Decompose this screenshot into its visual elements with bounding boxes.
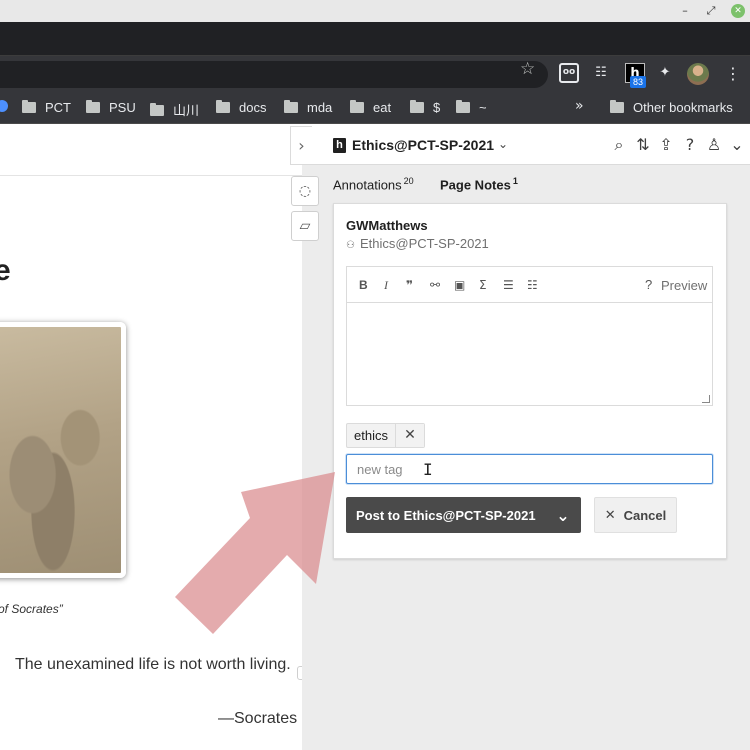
post-button[interactable]: Post to Ethics@PCT-SP-2021 ⌄	[346, 497, 581, 533]
bookmark-star-icon[interactable]: ☆	[520, 59, 535, 79]
puzzle-extensions-icon[interactable]: ✦	[655, 63, 675, 83]
annotation-user[interactable]: GWMatthews	[346, 218, 428, 233]
restore-icon[interactable]: ⤢	[704, 4, 718, 18]
image-caption: of Socrates”	[0, 602, 63, 616]
folder-icon	[350, 100, 364, 113]
help-icon[interactable]: ?	[680, 135, 700, 155]
quote-author: —Socrates	[218, 710, 298, 727]
share-icon[interactable]: ⇪	[656, 135, 676, 155]
italic-icon[interactable]: I	[384, 278, 388, 293]
math-icon[interactable]: Σ	[479, 278, 487, 292]
folder-icon	[410, 100, 424, 113]
resize-handle[interactable]	[702, 395, 710, 403]
formatting-help-icon[interactable]: ?	[645, 277, 652, 292]
image-icon[interactable]: ▣	[454, 278, 465, 292]
search-icon[interactable]: ⌕	[609, 135, 629, 155]
chevron-down-icon[interactable]: ⌄	[545, 506, 581, 525]
quote-text: The unexamined life is not worth living.	[15, 656, 291, 673]
numbered-list-icon[interactable]: ☰	[503, 278, 514, 292]
cancel-button-label: Cancel	[623, 507, 667, 523]
bookmark-folder[interactable]: $	[410, 100, 440, 115]
folder-icon	[610, 100, 624, 113]
bookmark-folder[interactable]: ~	[456, 100, 487, 115]
bookmark-folder[interactable]: docs	[216, 100, 266, 115]
tab-page-notes[interactable]: Page Notes 1	[440, 176, 518, 192]
bulleted-list-icon[interactable]: ☷	[527, 278, 538, 292]
bookmark-folder[interactable]: mda	[284, 100, 332, 115]
user-icon[interactable]: ♙	[704, 135, 724, 155]
bookmarks-overflow-icon[interactable]: »	[575, 98, 584, 114]
window-titlebar: – ⤢ ✕	[0, 0, 750, 22]
hide-highlights-icon[interactable]: ◌	[291, 176, 319, 206]
list-extension-icon[interactable]: ☷	[591, 63, 611, 83]
group-icon: ⚇	[346, 240, 355, 251]
bookmark-folder[interactable]: 山川	[150, 100, 199, 119]
collapse-sidebar-icon[interactable]: ›	[290, 126, 312, 165]
hypothesis-badge: 83	[630, 76, 647, 88]
folder-icon	[456, 100, 470, 113]
divider	[0, 175, 302, 176]
cancel-button[interactable]: ✕ Cancel	[594, 497, 677, 533]
text-cursor-icon: I	[423, 460, 433, 479]
browser-menu-icon[interactable]: ⋮	[725, 64, 741, 83]
bookmark-folder[interactable]: PCT	[22, 100, 71, 115]
new-page-note-icon[interactable]: ▱	[291, 211, 319, 241]
hypothesis-logo-icon: h	[333, 138, 346, 153]
user-menu-chevron-icon[interactable]: ⌄	[727, 135, 747, 155]
folder-icon	[150, 103, 164, 116]
editor-toolbar: B I ❞ ⚯ ▣ Σ ☰ ☷ ? Preview	[347, 267, 712, 303]
page-title: e	[0, 254, 11, 287]
remove-tag-icon[interactable]: ✕	[394, 424, 424, 447]
other-bookmarks[interactable]: Other bookmarks	[610, 100, 733, 115]
annotation-text-input[interactable]	[347, 303, 712, 405]
web-page: e of Socrates” The unexamined life is no…	[0, 126, 302, 750]
markdown-editor: B I ❞ ⚯ ▣ Σ ☰ ☷ ? Preview	[346, 266, 713, 406]
annotation-group: ⚇ Ethics@PCT-SP-2021	[346, 236, 489, 251]
new-tag-input[interactable]	[346, 454, 713, 484]
bookmark-folder[interactable]: PSU	[86, 100, 136, 115]
close-icon: ✕	[604, 507, 616, 523]
reader-extension-icon[interactable]: oo	[559, 63, 579, 83]
socrates-painting-image	[0, 322, 126, 578]
chevron-down-icon[interactable]: ⌄	[498, 137, 508, 151]
link-icon[interactable]: ⚯	[430, 278, 440, 292]
bookmark-folder[interactable]: eat	[350, 100, 391, 115]
profile-avatar[interactable]	[687, 63, 709, 85]
folder-icon	[22, 100, 36, 113]
address-bar[interactable]	[0, 61, 548, 88]
group-selector[interactable]: Ethics@PCT-SP-2021	[352, 137, 494, 153]
tag-chip: ethics ✕	[346, 423, 425, 448]
bold-icon[interactable]: B	[359, 278, 368, 292]
tag-label: ethics	[354, 428, 388, 443]
post-button-label: Post to Ethics@PCT-SP-2021	[356, 507, 536, 523]
quote-icon[interactable]: ❞	[406, 278, 413, 292]
tab-annotations[interactable]: Annotations 20	[333, 176, 414, 192]
bookmarks-bar: PCT PSU 山川 docs mda eat $ ~ Other bookma…	[0, 92, 750, 124]
folder-icon	[284, 100, 298, 113]
folder-icon	[216, 100, 230, 113]
tab-strip	[0, 22, 750, 56]
close-window-icon[interactable]: ✕	[731, 4, 745, 18]
folder-icon	[86, 100, 100, 113]
sort-icon[interactable]: ⇅	[633, 135, 653, 155]
preview-button[interactable]: Preview	[661, 278, 707, 293]
minimize-icon[interactable]: –	[678, 4, 692, 18]
